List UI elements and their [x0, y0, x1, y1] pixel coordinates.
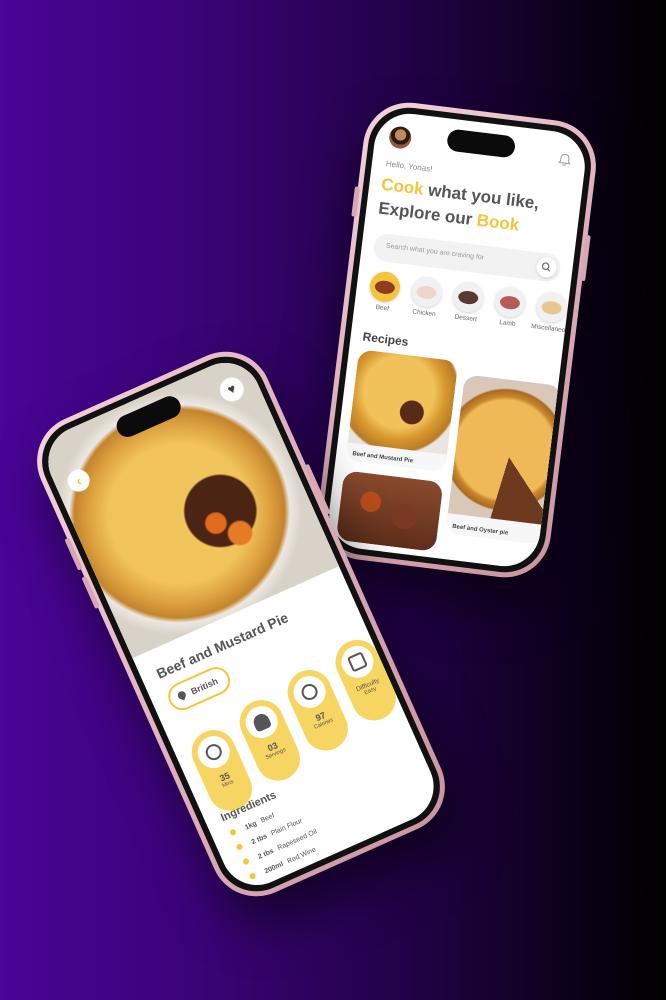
ingredient-name: Red Wine [286, 846, 318, 866]
search-button[interactable] [535, 256, 558, 279]
search-placeholder: Search what you are craving for [385, 242, 485, 262]
ingredient-qty: 2 tbs [250, 833, 269, 847]
category-beef[interactable]: Beef [364, 270, 405, 314]
recipe-stats: 35 Mins 03 Servings 97 Calories Difficul… [177, 632, 415, 818]
bullet-dot [242, 857, 250, 866]
headline-accent-cook: Cook [380, 174, 425, 199]
volume-button [351, 186, 360, 217]
avatar[interactable] [387, 125, 413, 150]
miscellaneous-icon [534, 290, 569, 325]
greeting-text: Hello, Yonas! [385, 159, 433, 174]
bullet-dot [235, 842, 244, 851]
category-label: Dessert [454, 313, 478, 324]
person-icon [240, 700, 283, 744]
dessert-icon [451, 280, 486, 314]
layers-icon [336, 640, 379, 684]
search-icon [541, 262, 551, 272]
dynamic-island [446, 128, 517, 159]
category-chicken[interactable]: Chicken [406, 275, 447, 319]
ingredient-qty: 2 tbs [257, 847, 275, 861]
home-phone: Hello, Yonas! Cook what you like, Explor… [312, 97, 602, 583]
category-label: Miscellaneous [530, 322, 573, 335]
recipe-hero-image [36, 351, 339, 659]
ingredient-qty: 1kg [244, 820, 258, 832]
category-label: Beef [375, 303, 390, 313]
clock-icon [192, 731, 235, 774]
location-pin-icon [176, 690, 188, 701]
category-lamb[interactable]: Lamb [489, 285, 530, 329]
bell-icon[interactable] [557, 152, 573, 168]
flame-icon [288, 670, 331, 714]
category-label: Chicken [411, 308, 437, 319]
ingredient-name: Beef [259, 812, 276, 825]
category-dessert[interactable]: Dessert [447, 280, 488, 324]
recipe-card[interactable]: Beef and Mustard Pie [345, 349, 459, 473]
recipe-image [347, 349, 459, 455]
ingredient-qty: 200ml [263, 860, 285, 876]
bullet-dot [248, 872, 257, 881]
recipe-card[interactable] [335, 470, 444, 552]
origin-label: British [189, 675, 220, 697]
bullet-dot [229, 828, 237, 837]
headline: Cook what you like, Explore our Book [377, 173, 581, 245]
chicken-icon [409, 275, 444, 309]
recipes-heading: Recipes [361, 329, 410, 350]
ingredient-item: 200mlRed Wine [248, 845, 318, 881]
recipe-image [335, 470, 444, 552]
recipe-name: Beef and Mustard Pie [351, 451, 414, 465]
lamb-icon [493, 285, 527, 319]
headline-accent-book: Book [475, 210, 521, 235]
category-label: Lamb [498, 319, 516, 328]
beef-icon [368, 270, 402, 304]
recipe-name: Beef and Oyster pie [451, 523, 509, 537]
category-miscellaneous[interactable]: Miscellaneous [530, 290, 573, 335]
